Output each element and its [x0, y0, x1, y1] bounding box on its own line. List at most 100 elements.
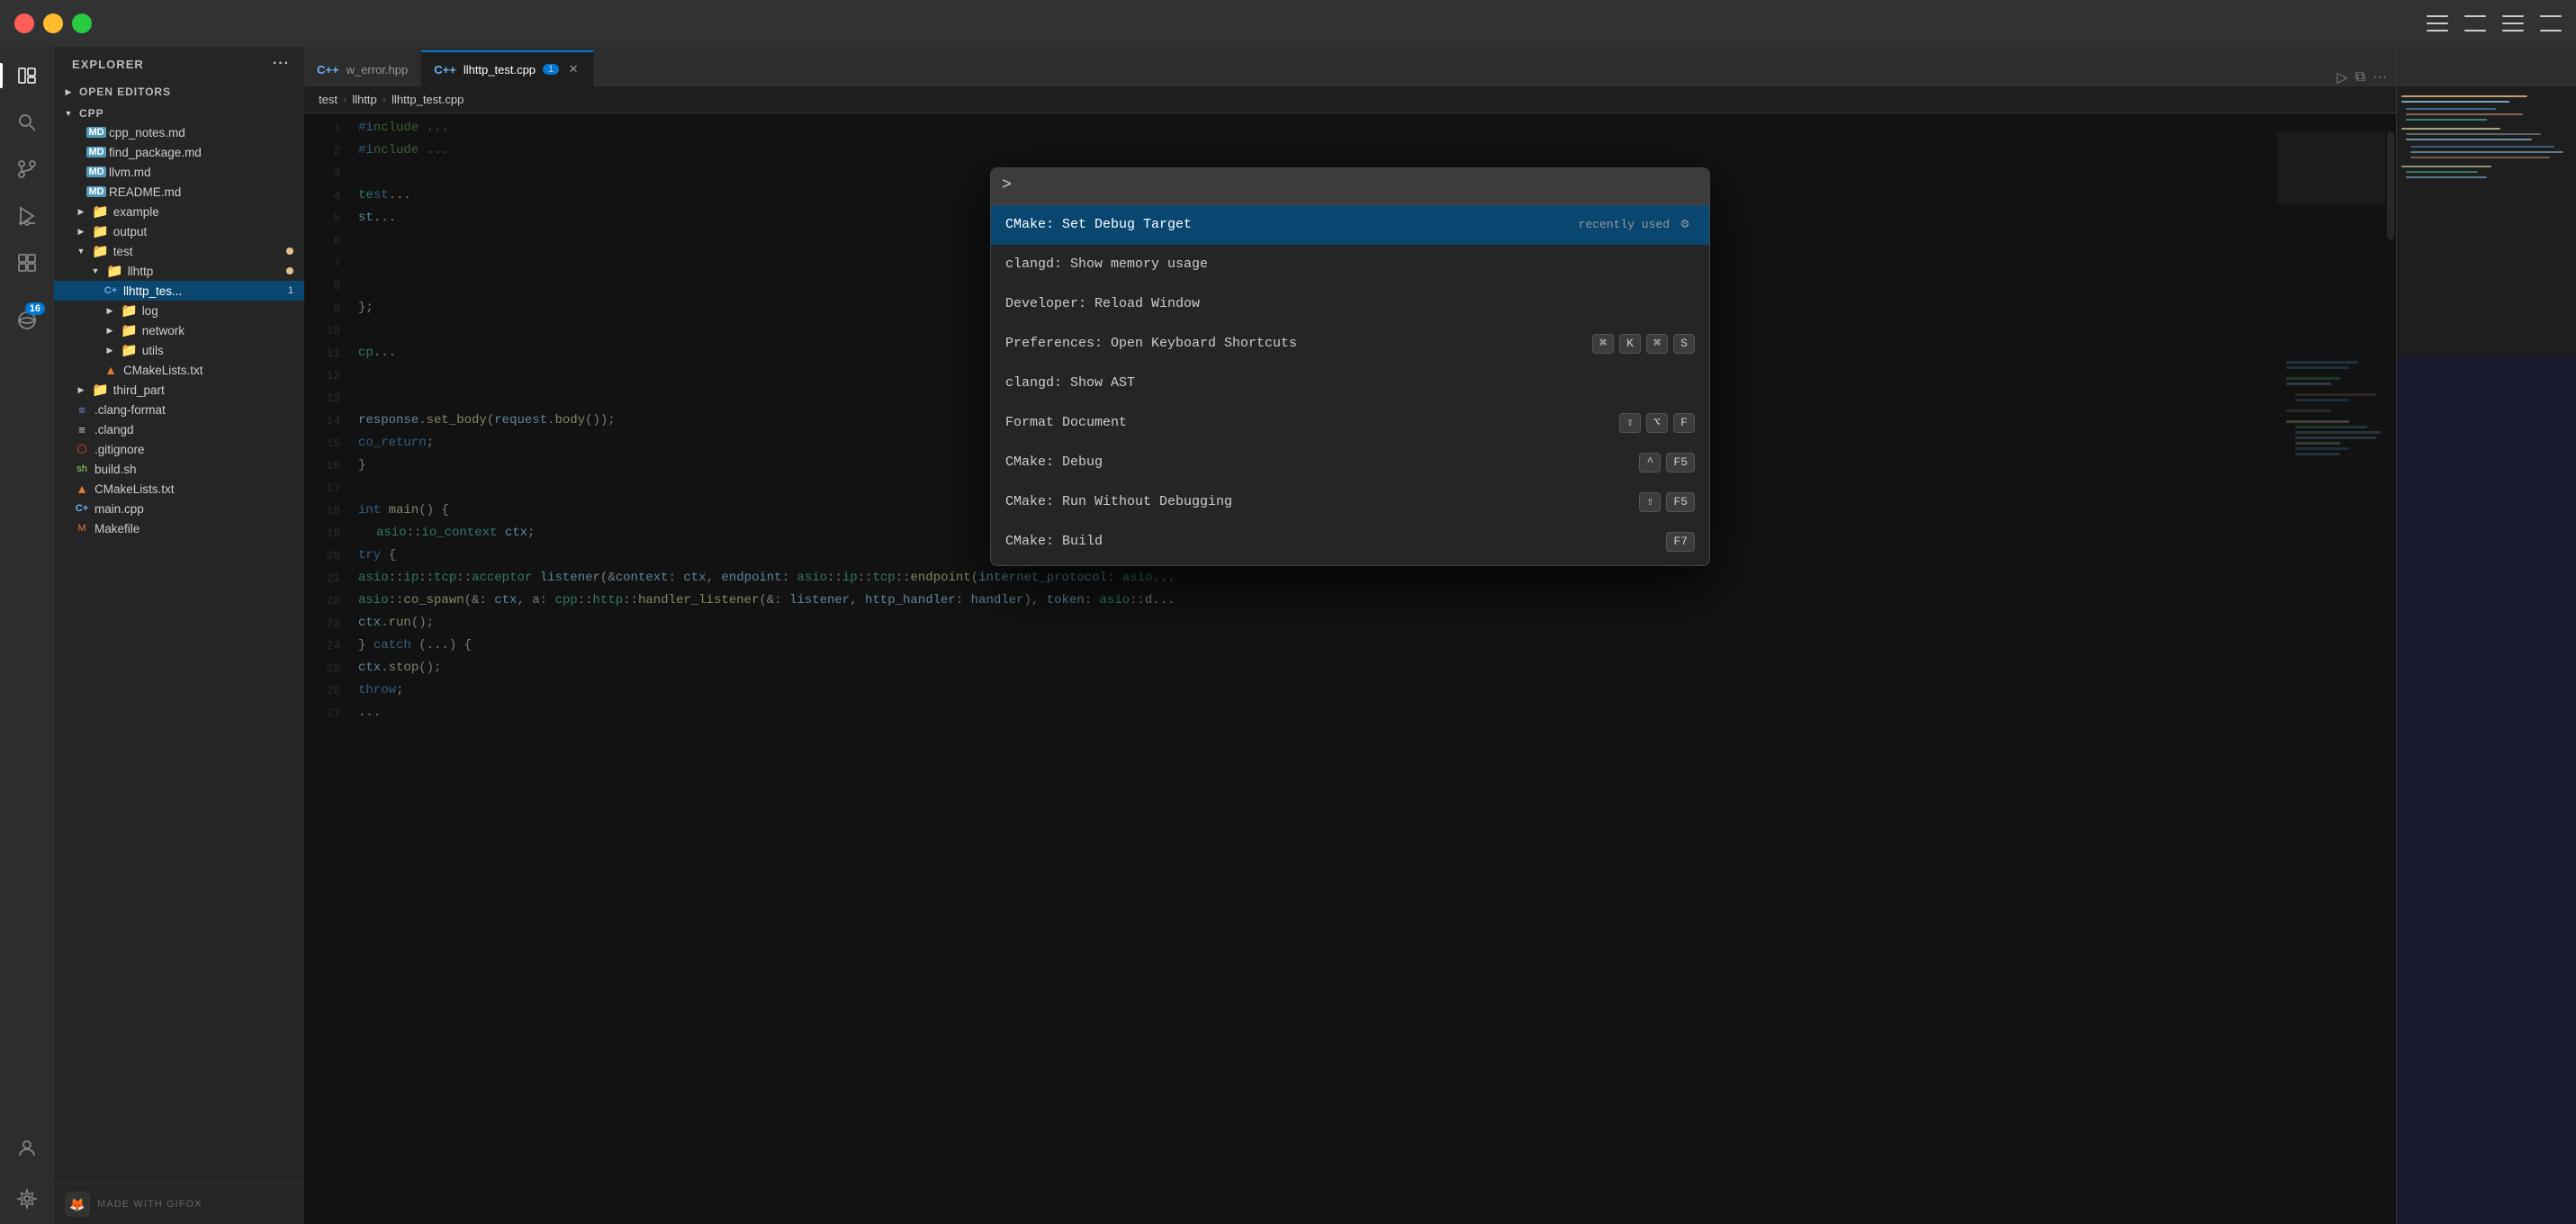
more-actions-icon[interactable]: ···	[2373, 69, 2387, 86]
md-icon: MD	[88, 124, 104, 140]
log-chevron	[103, 303, 117, 318]
file-find-package-md[interactable]: MD find_package.md	[54, 142, 304, 162]
sidebar: Explorer ··· OPEN EDITORS CPP MD cpp_not…	[54, 47, 304, 1224]
folder-llhttp[interactable]: 📁 llhttp	[54, 261, 304, 281]
tab-badge-2: 1	[543, 64, 559, 75]
file-gitignore[interactable]: ⬡ .gitignore	[54, 439, 304, 459]
open-editors-chevron	[61, 85, 76, 99]
utils-chevron	[103, 343, 117, 357]
right-panel-tabs	[2397, 47, 2576, 86]
cpp-icon: C+	[103, 283, 119, 299]
command-item-keyboard-shortcuts[interactable]: Preferences: Open Keyboard Shortcuts ⌘ K…	[991, 324, 1709, 364]
tab-w-error-hpp[interactable]: C++ w_error.hpp	[304, 50, 421, 86]
command-list: CMake: Set Debug Target recently used ⚙ …	[991, 205, 1709, 565]
split-editor-icon[interactable]: ⧉	[2355, 69, 2365, 86]
test-dot-badge	[286, 248, 293, 255]
output-folder-icon: 📁	[92, 223, 109, 239]
utils-folder-icon: 📁	[121, 342, 138, 358]
layout-icon[interactable]	[2540, 15, 2562, 32]
tab-llhttp-test-cpp[interactable]: C++ llhttp_test.cpp 1 ✕	[421, 50, 594, 86]
file-makefile[interactable]: M Makefile	[54, 518, 304, 538]
sidebar-group-open-editors[interactable]: OPEN EDITORS	[54, 83, 304, 101]
file-clangd[interactable]: ≡ .clangd	[54, 419, 304, 439]
command-item-cmake-run[interactable]: CMake: Run Without Debugging ⇧ F5	[991, 482, 1709, 522]
network-folder-icon: 📁	[121, 322, 138, 338]
activity-item-remote[interactable]: 16	[5, 299, 49, 342]
command-palette-overlay: CMake: Set Debug Target recently used ⚙ …	[304, 113, 2396, 1224]
command-palette-input[interactable]	[1002, 176, 1698, 194]
file-cmake-llhttp[interactable]: ▲ CMakeLists.txt	[54, 360, 304, 380]
activity-item-run-debug[interactable]	[5, 194, 49, 238]
command-item-view-cmake[interactable]: View: Show CMake	[991, 562, 1709, 565]
activity-bar: 16	[0, 47, 54, 1224]
code-area[interactable]: 1 2 3 4 5 6 7 8 9 10 11 12 13 14 15 16 1…	[304, 113, 2396, 1224]
clang-format-icon: ≡	[74, 401, 90, 418]
command-item-format-document[interactable]: Format Document ⇧ ⌥ F	[991, 403, 1709, 443]
breadcrumb-part-3[interactable]: llhttp_test.cpp	[392, 93, 464, 106]
toggle-right-sidebar-icon[interactable]	[2502, 15, 2524, 32]
file-main-cpp[interactable]: C+ main.cpp	[54, 499, 304, 518]
activity-item-search[interactable]	[5, 101, 49, 144]
tab-lang-icon-1: C++	[317, 63, 339, 76]
folder-output[interactable]: 📁 output	[54, 221, 304, 241]
activity-item-extensions[interactable]	[5, 241, 49, 284]
editor-area: C++ w_error.hpp C++ llhttp_test.cpp 1 ✕ …	[304, 47, 2396, 1224]
folder-network[interactable]: 📁 network	[54, 320, 304, 340]
breadcrumb-part-2[interactable]: llhttp	[352, 93, 376, 106]
maximize-button[interactable]	[72, 14, 92, 33]
command-item-cmake-debug[interactable]: CMake: Debug ^ F5	[991, 443, 1709, 482]
toggle-panel-icon[interactable]	[2464, 15, 2486, 32]
folder-third-part[interactable]: 📁 third_part	[54, 380, 304, 400]
close-button[interactable]	[14, 14, 34, 33]
kbd-cmd: ⌘	[1592, 334, 1614, 354]
titlebar-right	[2427, 15, 2562, 32]
activity-item-account[interactable]	[5, 1127, 49, 1170]
command-item-clangd-memory[interactable]: clangd: Show memory usage	[991, 245, 1709, 284]
run-icon[interactable]: ▷	[2337, 68, 2347, 86]
file-clang-format[interactable]: ≡ .clang-format	[54, 400, 304, 419]
folder-utils[interactable]: 📁 utils	[54, 340, 304, 360]
sidebar-footer: 🦊 MADE WITH GIFOX	[54, 1184, 304, 1224]
command-item-cmake-set-debug-target[interactable]: CMake: Set Debug Target recently used ⚙	[991, 205, 1709, 245]
titlebar	[0, 0, 2576, 47]
minimize-button[interactable]	[43, 14, 63, 33]
kbd-shift2: ⇧	[1639, 492, 1661, 512]
kbd-f: F	[1673, 413, 1695, 433]
file-readme-md[interactable]: MD README.md	[54, 182, 304, 202]
example-chevron	[74, 204, 88, 219]
sidebar-header-icons: ···	[273, 56, 290, 72]
command-item-cmake-build[interactable]: CMake: Build F7	[991, 522, 1709, 562]
command-settings-icon[interactable]: ⚙	[1675, 215, 1695, 235]
activity-item-explorer[interactable]	[5, 54, 49, 97]
tab-label-2: llhttp_test.cpp	[464, 63, 536, 76]
tab-close-2[interactable]: ✕	[566, 62, 581, 76]
command-palette: CMake: Set Debug Target recently used ⚙ …	[990, 167, 1710, 566]
command-item-clangd-ast[interactable]: clangd: Show AST	[991, 364, 1709, 403]
llhttp-test-number-badge: 1	[288, 285, 293, 296]
file-build-sh[interactable]: sh build.sh	[54, 459, 304, 479]
toggle-sidebar-icon[interactable]	[2427, 15, 2448, 32]
activity-item-settings[interactable]	[5, 1177, 49, 1220]
file-llvm-md[interactable]: MD llvm.md	[54, 162, 304, 182]
file-cpp-notes-md[interactable]: MD cpp_notes.md	[54, 122, 304, 142]
sidebar-more-icon[interactable]: ···	[273, 56, 290, 72]
kbd-cmd2: ⌘	[1646, 334, 1668, 354]
clangd-icon: ≡	[74, 421, 90, 437]
log-folder-icon: 📁	[121, 302, 138, 319]
tabs-right-icons: ▷ ⧉ ···	[2328, 68, 2396, 86]
folder-example[interactable]: 📁 example	[54, 202, 304, 221]
folder-log[interactable]: 📁 log	[54, 301, 304, 320]
file-llhttp-test-cpp[interactable]: C+ llhttp_tes... 1	[54, 281, 304, 301]
gifox-logo: 🦊	[65, 1192, 90, 1217]
cpp-chevron	[61, 106, 76, 121]
right-panel	[2396, 47, 2576, 1224]
command-input-wrapper	[991, 168, 1709, 205]
kbd-shift: ⇧	[1619, 413, 1641, 433]
open-editors-label: OPEN EDITORS	[79, 86, 171, 98]
sidebar-group-cpp[interactable]: CPP	[54, 104, 304, 122]
folder-test[interactable]: 📁 test	[54, 241, 304, 261]
file-cmake-root[interactable]: ▲ CMakeLists.txt	[54, 479, 304, 499]
breadcrumb-part-1[interactable]: test	[319, 93, 338, 106]
command-item-developer-reload[interactable]: Developer: Reload Window	[991, 284, 1709, 324]
activity-item-source-control[interactable]	[5, 148, 49, 191]
